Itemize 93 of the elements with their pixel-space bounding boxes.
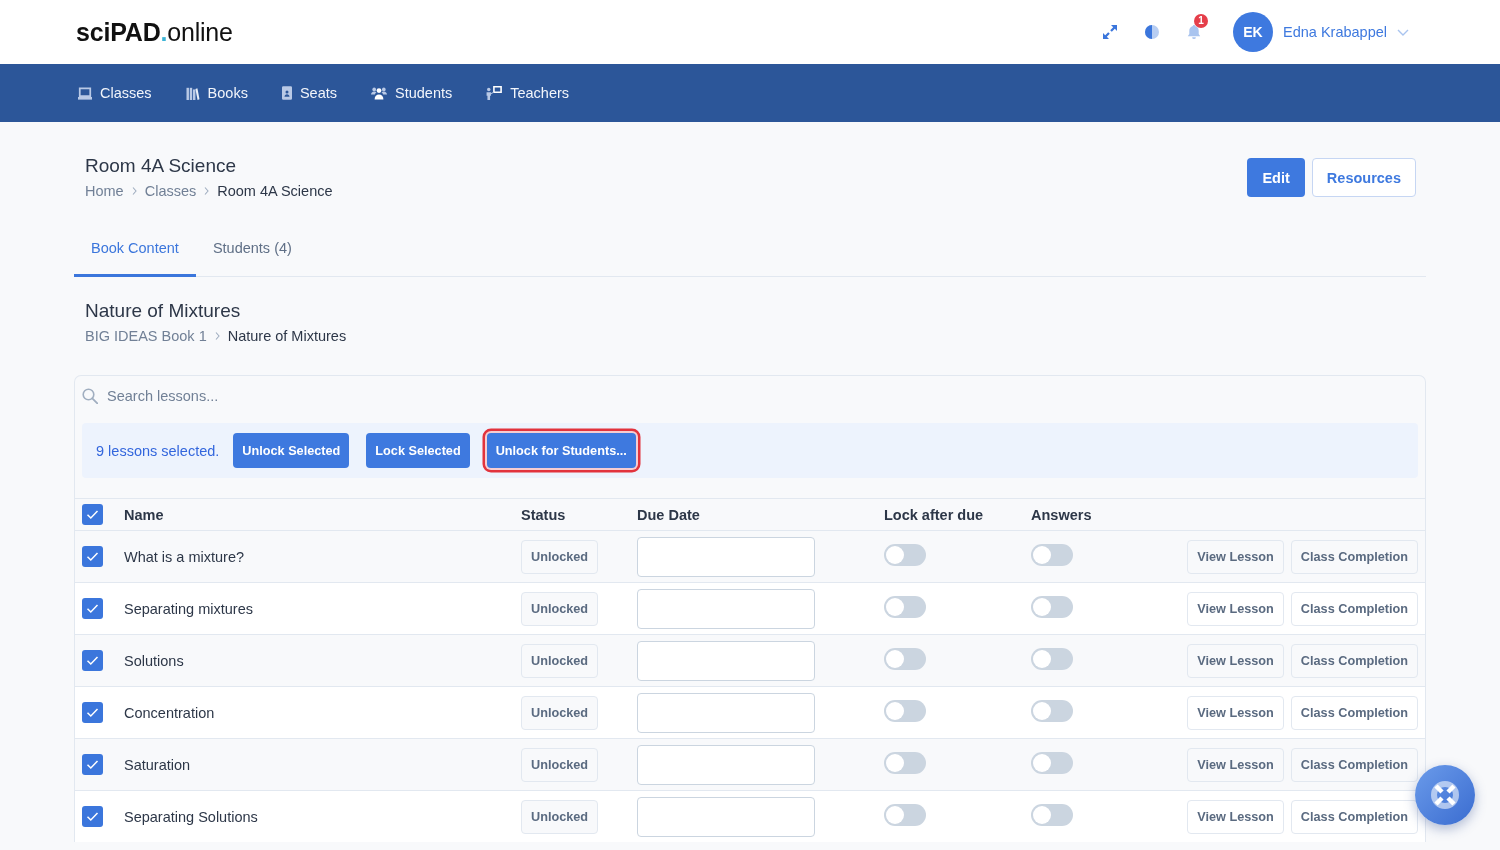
due-date-field[interactable] <box>637 640 815 681</box>
status-pill: Unlocked <box>521 539 599 574</box>
toggle-switch[interactable] <box>884 803 926 826</box>
class-completion-button[interactable]: Class Completion <box>1290 747 1418 782</box>
checkbox[interactable] <box>82 504 103 525</box>
chevron-down-icon[interactable] <box>1397 28 1409 36</box>
search-icon <box>82 387 98 404</box>
lesson-name: Saturation <box>124 756 191 773</box>
board-icon <box>78 86 92 100</box>
view-lesson-button[interactable]: View Lesson <box>1187 799 1284 834</box>
page-title: Room 4A Science <box>85 154 238 178</box>
lifebuoy-icon <box>1431 781 1459 809</box>
breadcrumb-link[interactable]: Classes <box>144 181 197 201</box>
bell-icon[interactable] <box>1186 24 1202 40</box>
resources-button[interactable]: Resources <box>1311 158 1416 197</box>
class-completion-button[interactable]: Class Completion <box>1290 695 1418 730</box>
expand-icon[interactable] <box>1102 24 1118 40</box>
search-field[interactable]: Search lessons... <box>107 387 407 404</box>
status-pill: Unlocked <box>521 695 599 730</box>
due-date-field[interactable] <box>637 588 815 629</box>
column-header: Answers <box>1031 506 1092 523</box>
due-date-field[interactable] <box>637 744 815 785</box>
nav-link[interactable]: Books <box>185 85 248 101</box>
lesson-name: Solutions <box>124 652 184 669</box>
help-button[interactable] <box>1415 765 1475 825</box>
chevron-right-icon <box>214 332 220 340</box>
status-pill: Unlocked <box>521 747 599 782</box>
checkbox[interactable] <box>82 702 103 723</box>
breadcrumb-link[interactable]: BIG IDEAS Book 1 <box>85 326 207 346</box>
status-pill: Unlocked <box>521 643 599 678</box>
nav-link[interactable]: Seats <box>281 85 337 101</box>
chevron-right-icon <box>131 187 137 195</box>
lesson-name: Separating mixtures <box>124 600 253 617</box>
class-completion-button[interactable]: Class Completion <box>1290 799 1418 834</box>
checkbox[interactable] <box>82 754 103 775</box>
checkbox[interactable] <box>82 598 103 619</box>
column-header: Due Date <box>637 506 700 523</box>
toggle-switch[interactable] <box>884 543 926 566</box>
lesson-name: Concentration <box>124 704 215 721</box>
toggle-switch[interactable] <box>1031 543 1073 566</box>
breadcrumb-link[interactable]: Home <box>85 181 124 201</box>
chevron-right-icon <box>204 187 210 195</box>
selection-message: 9 lessons selected. <box>96 442 220 459</box>
checkbox[interactable] <box>82 650 103 671</box>
toggle-switch[interactable] <box>884 699 926 722</box>
class-completion-button[interactable]: Class Completion <box>1290 591 1418 626</box>
view-lesson-button[interactable]: View Lesson <box>1187 747 1284 782</box>
toggle-switch[interactable] <box>1031 803 1073 826</box>
bulk-action-button[interactable]: Lock Selected <box>366 433 470 468</box>
toggle-switch[interactable] <box>1031 699 1073 722</box>
lesson-name: What is a mixture? <box>124 548 245 565</box>
due-date-field[interactable] <box>637 536 815 577</box>
breadcrumb-current: Room 4A Science <box>217 182 333 201</box>
column-header: Lock after due <box>884 506 984 523</box>
user-name[interactable]: Edna Krabappel <box>1283 24 1387 40</box>
section-title: Nature of Mixtures <box>85 299 242 323</box>
nav-link[interactable]: Teachers <box>486 85 570 101</box>
edit-button[interactable]: Edit <box>1247 158 1305 197</box>
nav-link[interactable]: Classes <box>78 85 152 101</box>
toggle-switch[interactable] <box>884 595 926 618</box>
view-lesson-button[interactable]: View Lesson <box>1187 643 1284 678</box>
class-completion-button[interactable]: Class Completion <box>1290 539 1418 574</box>
status-pill: Unlocked <box>521 591 599 626</box>
logo[interactable]: sciPAD.online <box>76 17 233 47</box>
nav-link[interactable]: Students <box>371 85 453 101</box>
breadcrumb-current: Nature of Mixtures <box>227 327 347 346</box>
id-card-icon <box>281 86 292 100</box>
tab[interactable]: Students (4) <box>195 228 309 277</box>
people-icon <box>371 86 387 100</box>
view-lesson-button[interactable]: View Lesson <box>1187 591 1284 626</box>
class-completion-button[interactable]: Class Completion <box>1290 643 1418 678</box>
user-avatar[interactable]: EK <box>1233 12 1273 52</box>
toggle-switch[interactable] <box>1031 751 1073 774</box>
due-date-field[interactable] <box>637 692 815 733</box>
toggle-switch[interactable] <box>1031 647 1073 670</box>
notification-count: 1 <box>1194 14 1208 28</box>
books-icon <box>185 86 200 100</box>
view-lesson-button[interactable]: View Lesson <box>1187 695 1284 730</box>
person-board-icon <box>486 86 503 100</box>
contrast-icon[interactable] <box>1144 24 1160 40</box>
view-lesson-button[interactable]: View Lesson <box>1187 539 1284 574</box>
lesson-name: Separating Solutions <box>124 808 258 825</box>
tab[interactable]: Book Content <box>74 228 196 277</box>
checkbox[interactable] <box>82 546 103 567</box>
status-pill: Unlocked <box>521 799 599 834</box>
checkbox[interactable] <box>82 806 103 827</box>
toggle-switch[interactable] <box>884 751 926 774</box>
toggle-switch[interactable] <box>1031 595 1073 618</box>
column-header: Status <box>521 506 566 523</box>
column-header: Name <box>124 506 164 523</box>
bulk-action-button[interactable]: Unlock Selected <box>233 433 350 468</box>
toggle-switch[interactable] <box>884 647 926 670</box>
due-date-field[interactable] <box>637 796 815 837</box>
